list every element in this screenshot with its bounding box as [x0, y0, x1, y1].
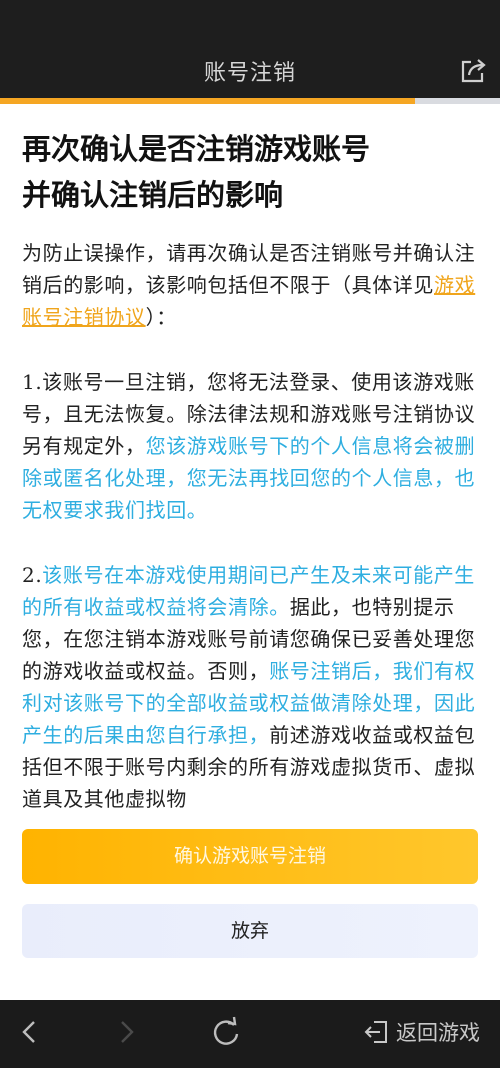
chevron-right-icon[interactable]: [108, 1014, 144, 1050]
notice-item-1: 1.该账号一旦注销，您将无法登录、使用该游戏账号，且无法恢复。除法律法规和游戏账…: [22, 366, 478, 526]
return-to-game-button[interactable]: 返回游戏: [362, 1014, 480, 1050]
confirm-delete-button[interactable]: 确认游戏账号注销: [22, 829, 478, 884]
content-area[interactable]: 再次确认是否注销游戏账号 并确认注销后的影响 为防止误操作，请再次确认是否注销账…: [0, 104, 500, 827]
intro-paragraph: 为防止误操作，请再次确认是否注销账号并确认注销后的影响，该影响包括但不限于（具体…: [22, 237, 478, 333]
notice-item-2: 2.该账号在本游戏使用期间已产生及未来可能产生的所有收益或权益将会清除。据此，也…: [22, 559, 478, 815]
item-number: 1.: [22, 370, 43, 394]
top-bar: 账号注销: [0, 0, 500, 98]
refresh-icon[interactable]: [208, 1014, 244, 1050]
page-heading: 再次确认是否注销游戏账号 并确认注销后的影响: [22, 126, 482, 218]
item-number: 2.: [22, 563, 43, 587]
heading-line-1: 再次确认是否注销游戏账号: [22, 132, 371, 166]
intro-text-end: ）：: [145, 305, 177, 329]
exit-icon: [364, 1021, 387, 1043]
cancel-button[interactable]: 放弃: [22, 904, 478, 958]
chevron-left-icon[interactable]: [12, 1014, 48, 1050]
heading-line-2: 并确认注销后的影响: [22, 178, 284, 212]
return-to-game-label: 返回游戏: [396, 1021, 480, 1045]
page-title: 账号注销: [203, 61, 296, 86]
share-icon[interactable]: [458, 56, 488, 86]
bottom-nav-bar: 返回游戏: [0, 1000, 500, 1068]
intro-text: 为防止误操作，请再次确认是否注销账号并确认注销后的影响，该影响包括但不限于（具体…: [22, 241, 476, 297]
